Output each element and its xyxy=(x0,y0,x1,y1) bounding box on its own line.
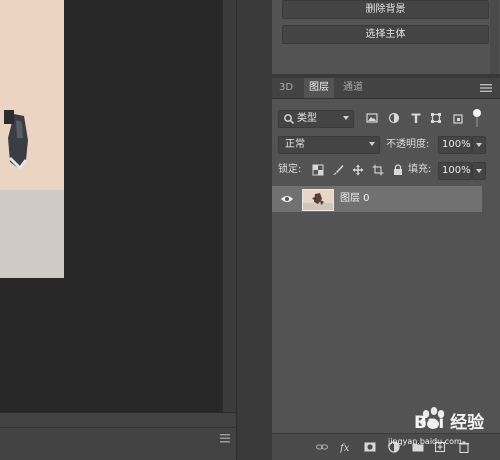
tab-channels[interactable]: 通道 xyxy=(338,78,368,98)
panel-tabs: 3D 图层 通道 xyxy=(272,78,500,99)
filter-kind-label: 类型 xyxy=(297,113,317,124)
lock-position-icon[interactable] xyxy=(352,164,364,176)
fill-input[interactable]: 100% xyxy=(438,162,472,180)
watermark-url: jingyan.baidu.com xyxy=(388,437,462,446)
mask-icon[interactable] xyxy=(364,441,376,453)
panel-menu-icon[interactable] xyxy=(480,83,492,93)
adjustment-filter-icon[interactable] xyxy=(388,112,400,124)
lock-artboard-icon[interactable] xyxy=(372,164,384,176)
chevron-down-icon xyxy=(343,116,349,120)
select-subject-button[interactable]: 选择主体 xyxy=(282,25,489,44)
vertical-scrollbar[interactable] xyxy=(222,0,237,412)
properties-panel: 删除背景 选择主体 xyxy=(272,0,500,74)
fx-icon[interactable]: fx xyxy=(340,441,354,453)
svg-text:fx: fx xyxy=(340,443,350,453)
panel-dock-column xyxy=(236,0,273,459)
lock-label: 锁定: xyxy=(278,164,302,175)
eye-icon[interactable] xyxy=(280,194,294,204)
lock-paint-icon[interactable] xyxy=(332,164,344,176)
blend-mode-select[interactable]: 正常 xyxy=(278,136,380,154)
layer-name: 图层 0 xyxy=(340,193,370,204)
fill-dropdown[interactable] xyxy=(472,162,486,180)
chevron-down-icon xyxy=(369,142,375,146)
chevron-down-icon xyxy=(476,169,482,173)
layer-filter-select[interactable]: 类型 xyxy=(278,110,354,128)
image-filter-icon[interactable] xyxy=(366,112,378,124)
search-icon xyxy=(284,114,295,125)
opacity-input[interactable]: 100% xyxy=(438,136,472,154)
tab-3d[interactable]: 3D xyxy=(272,78,300,98)
opacity-label: 不透明度: xyxy=(386,139,430,150)
properties-scrollbar[interactable] xyxy=(490,0,499,74)
shape-filter-icon[interactable] xyxy=(430,112,442,124)
shoe-graphic xyxy=(4,110,28,171)
chevron-down-icon xyxy=(476,143,482,147)
status-bar xyxy=(0,412,236,460)
type-filter-icon[interactable] xyxy=(410,112,422,124)
lock-transparent-icon[interactable] xyxy=(312,164,324,176)
remove-background-button[interactable]: 删除背景 xyxy=(282,0,489,19)
fill-label: 填充: xyxy=(408,164,432,175)
blend-mode-value: 正常 xyxy=(285,139,305,150)
layer-thumbnail xyxy=(302,189,334,211)
link-icon[interactable] xyxy=(316,441,328,453)
watermark-brand: Bai 经验 xyxy=(414,413,485,433)
canvas-image xyxy=(0,0,64,278)
lock-all-icon[interactable] xyxy=(392,164,404,176)
document-canvas[interactable] xyxy=(0,0,222,412)
layer-row[interactable]: 图层 0 xyxy=(272,186,482,212)
layers-panel: 3D 图层 通道 类型 正常 不透明度: 100% 锁定: 填充: 100% 图… xyxy=(272,78,500,460)
smart-object-filter-icon[interactable] xyxy=(452,112,464,124)
filter-toggle-icon[interactable] xyxy=(472,108,482,128)
menu-icon[interactable] xyxy=(218,432,232,444)
opacity-dropdown[interactable] xyxy=(472,136,486,154)
tab-layers[interactable]: 图层 xyxy=(304,78,334,98)
